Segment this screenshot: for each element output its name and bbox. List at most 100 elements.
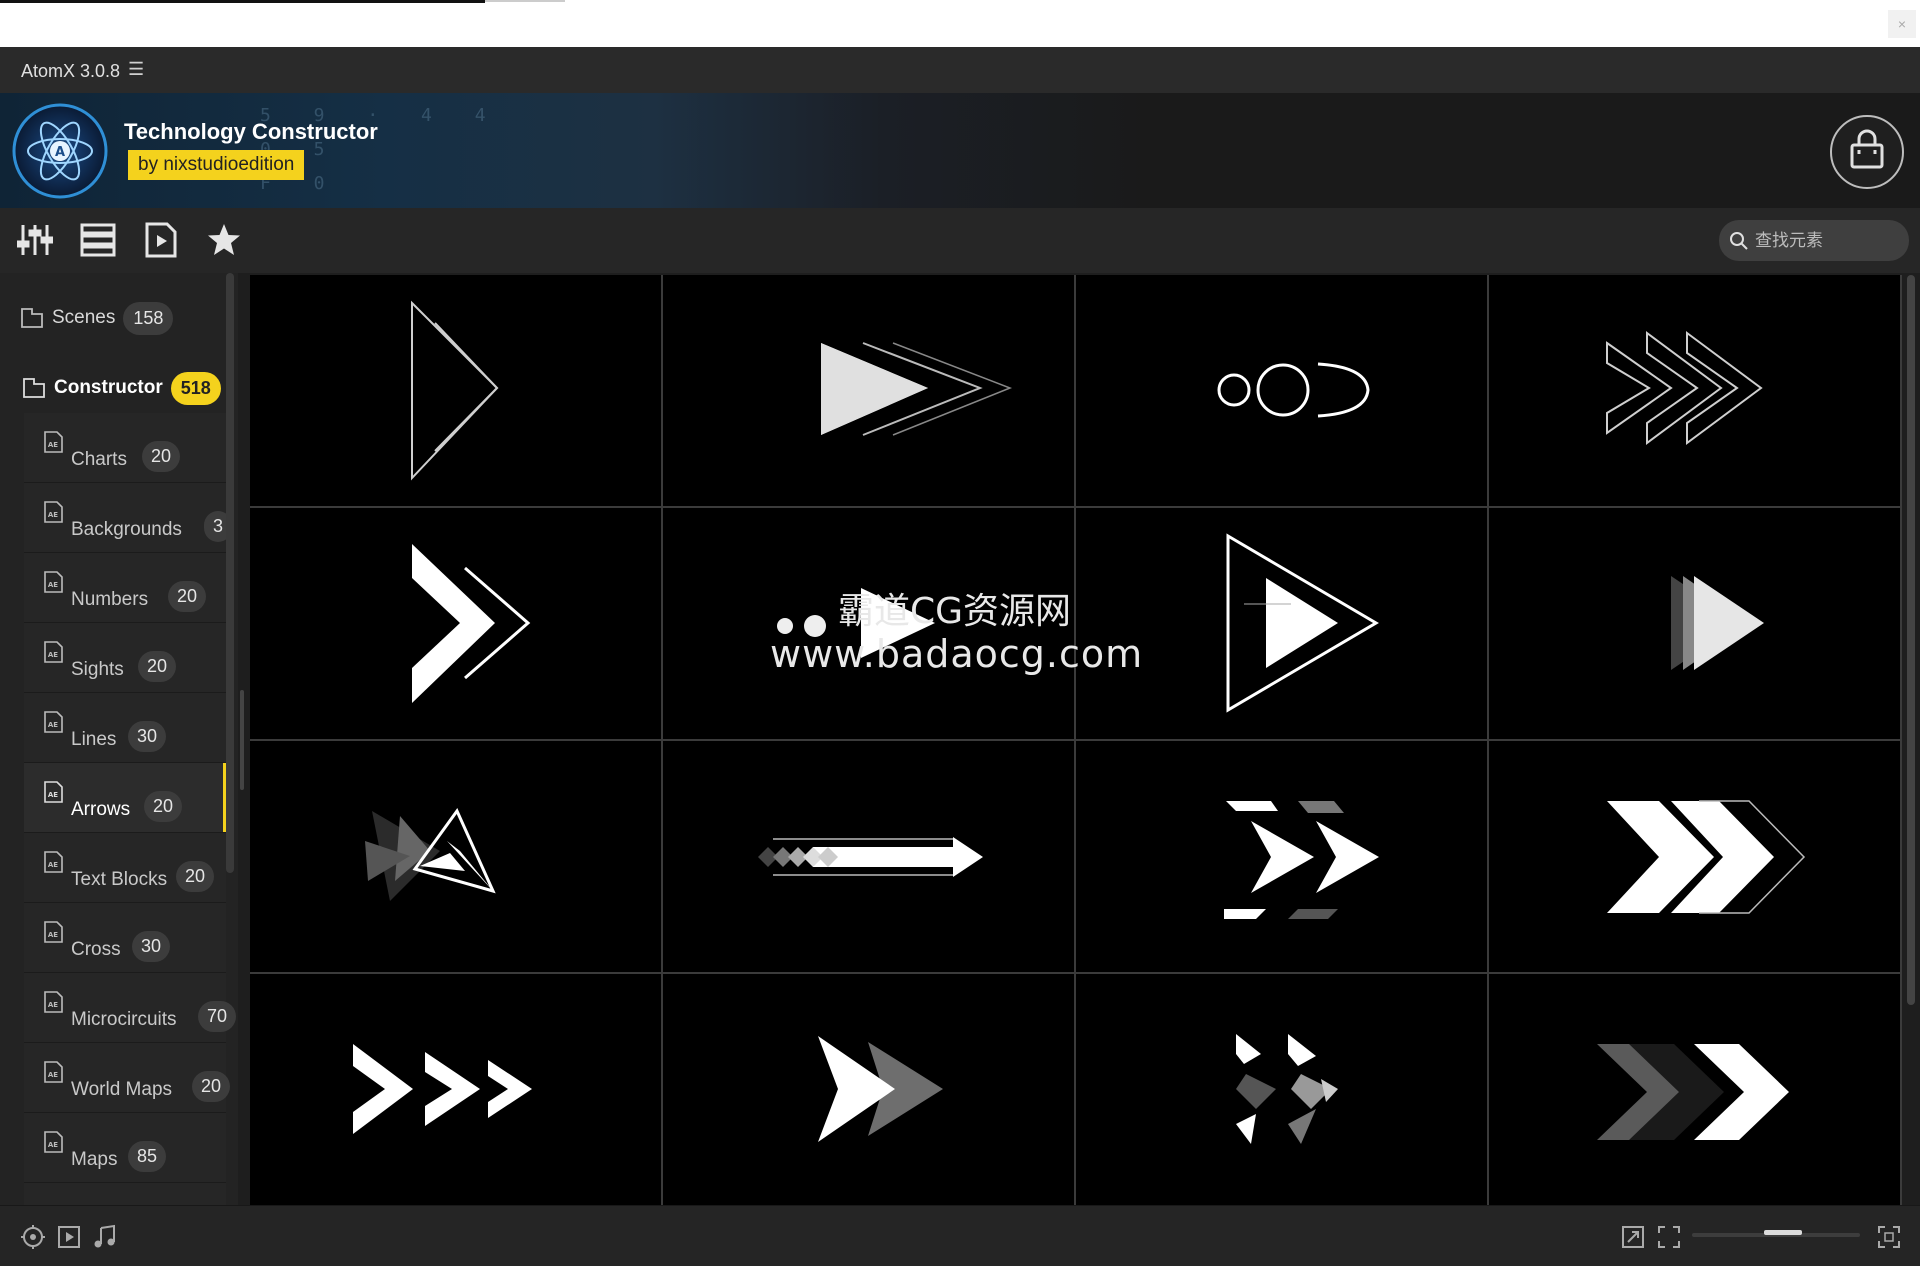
grid-tile[interactable] xyxy=(663,275,1074,506)
fullscreen-icon[interactable] xyxy=(1656,1224,1682,1250)
list-icon[interactable] xyxy=(80,222,116,258)
grid-tile[interactable] xyxy=(1076,508,1487,739)
music-note-icon[interactable] xyxy=(92,1224,118,1250)
panel-resize-handle[interactable] xyxy=(240,690,244,790)
grid-tile[interactable] xyxy=(250,741,661,972)
grid-tile[interactable] xyxy=(250,275,661,506)
category-label: Arrows xyxy=(71,799,131,820)
sidebar-scrollbar[interactable] xyxy=(226,273,234,873)
grid-tile[interactable] xyxy=(1076,741,1487,972)
app-title-bar: AtomX 3.0.8 ☰ xyxy=(0,47,1920,94)
pack-banner: 5 9 · 4 40 5F 0 A Technology Constructor… xyxy=(0,93,1920,208)
grid-tile[interactable] xyxy=(1076,974,1487,1205)
ae-file-icon: AE xyxy=(44,1061,63,1083)
shop-button[interactable] xyxy=(1830,115,1904,189)
double-chevron-outline-icon xyxy=(1607,800,1806,914)
grid-tile[interactable] xyxy=(663,741,1074,972)
category-label: World Maps xyxy=(71,1079,173,1100)
play-triangle-outline-icon xyxy=(1226,533,1379,713)
window-close-button[interactable]: × xyxy=(1888,10,1916,38)
search-icon xyxy=(1730,232,1748,250)
outline-triangle-arrow-icon xyxy=(411,300,499,481)
grid-tile[interactable] xyxy=(1489,974,1900,1205)
svg-text:AE: AE xyxy=(48,1071,58,1079)
svg-text:AE: AE xyxy=(48,1001,58,1009)
svg-text:AE: AE xyxy=(48,511,58,519)
folder-icon xyxy=(21,308,43,328)
atom-logo-icon: A xyxy=(12,103,108,199)
count-badge: 30 xyxy=(132,931,171,962)
ae-file-icon: AE xyxy=(44,641,63,663)
count-badge: 20 xyxy=(142,441,181,472)
gradient-double-chevron-icon xyxy=(1597,1044,1789,1140)
category-world-maps[interactable]: AE World Maps 20 xyxy=(24,1043,231,1113)
svg-text:AE: AE xyxy=(48,581,58,589)
triple-outline-chevron-icon xyxy=(1606,331,1763,445)
location-icon[interactable] xyxy=(20,1224,46,1250)
hamburger-menu-icon[interactable]: ☰ xyxy=(128,59,144,80)
loading-line xyxy=(0,0,485,3)
sliders-icon[interactable] xyxy=(17,222,53,258)
video-file-icon[interactable] xyxy=(143,222,179,258)
category-sights[interactable]: AE Sights 20 xyxy=(24,623,226,693)
grid-tile[interactable] xyxy=(1489,508,1900,739)
grid-resize-icon[interactable] xyxy=(1876,1224,1902,1250)
count-badge: 20 xyxy=(176,861,215,892)
zoom-slider[interactable] xyxy=(1692,1230,1860,1237)
svg-text:AE: AE xyxy=(48,651,58,659)
sidebar-label: Scenes xyxy=(52,307,116,328)
category-charts[interactable]: AE Charts 20 xyxy=(24,413,226,483)
svg-text:A: A xyxy=(55,145,65,160)
chevron-shadow-arrow-icon xyxy=(818,1036,943,1142)
pixel-trail-arrow-icon xyxy=(758,837,983,877)
zoom-slider-thumb[interactable] xyxy=(1764,1230,1802,1235)
category-label: Sights xyxy=(71,659,124,680)
count-badge: 20 xyxy=(138,651,177,682)
author-badge[interactable]: by nixstudioedition xyxy=(128,150,305,180)
count-badge: 20 xyxy=(168,581,207,612)
category-numbers[interactable]: AE Numbers 20 xyxy=(24,553,226,623)
category-backgrounds[interactable]: AE Backgrounds 3 xyxy=(24,483,233,553)
main-toolbar xyxy=(0,208,1920,273)
svg-text:AE: AE xyxy=(48,721,58,729)
grid-tile[interactable] xyxy=(1489,275,1900,506)
category-text-blocks[interactable]: AE Text Blocks 20 xyxy=(24,833,226,903)
play-frame-icon[interactable] xyxy=(56,1224,82,1250)
ae-file-icon: AE xyxy=(44,921,63,943)
category-microcircuits[interactable]: AE Microcircuits 70 xyxy=(24,973,237,1043)
category-arrows[interactable]: AE Arrows 20 xyxy=(24,763,226,833)
sidebar-label: Constructor xyxy=(54,377,163,398)
star-icon[interactable] xyxy=(206,222,242,258)
count-badge: 70 xyxy=(198,1001,237,1032)
category-cross[interactable]: AE Cross 30 xyxy=(24,903,226,973)
search-box[interactable] xyxy=(1719,220,1909,261)
ae-file-icon: AE xyxy=(44,711,63,733)
category-label: Microcircuits xyxy=(71,1009,177,1030)
category-label: Backgrounds xyxy=(71,519,182,540)
expand-icon[interactable] xyxy=(1620,1224,1646,1250)
count-badge: 518 xyxy=(170,371,221,405)
category-maps[interactable]: AE Maps 85 xyxy=(24,1113,226,1183)
svg-text:AE: AE xyxy=(48,861,58,869)
category-lines[interactable]: AE Lines 30 xyxy=(24,693,226,763)
grid-scrollbar[interactable] xyxy=(1907,275,1915,1005)
triangle-shards-arrow-icon xyxy=(365,808,496,901)
grid-tile[interactable] xyxy=(663,974,1074,1205)
svg-text:AE: AE xyxy=(48,1141,58,1149)
fragmented-chevron-icon xyxy=(1236,1034,1338,1144)
category-label: Numbers xyxy=(71,589,149,610)
category-more[interactable] xyxy=(24,1183,226,1205)
grid-tile[interactable] xyxy=(250,508,661,739)
striped-double-chevron-icon xyxy=(1224,801,1379,919)
grid-tile[interactable] xyxy=(1076,275,1487,506)
grid-tile[interactable] xyxy=(250,974,661,1205)
category-label: Lines xyxy=(71,729,117,750)
ae-file-icon: AE xyxy=(44,571,63,593)
count-badge: 30 xyxy=(128,721,167,752)
folder-icon xyxy=(23,378,45,398)
pack-title: Technology Constructor xyxy=(124,119,378,144)
sidebar-item-scenes[interactable]: Scenes 158 xyxy=(20,283,238,353)
grid-tile[interactable] xyxy=(1489,741,1900,972)
search-input[interactable] xyxy=(1753,228,1902,254)
bottom-bar xyxy=(0,1205,1920,1266)
